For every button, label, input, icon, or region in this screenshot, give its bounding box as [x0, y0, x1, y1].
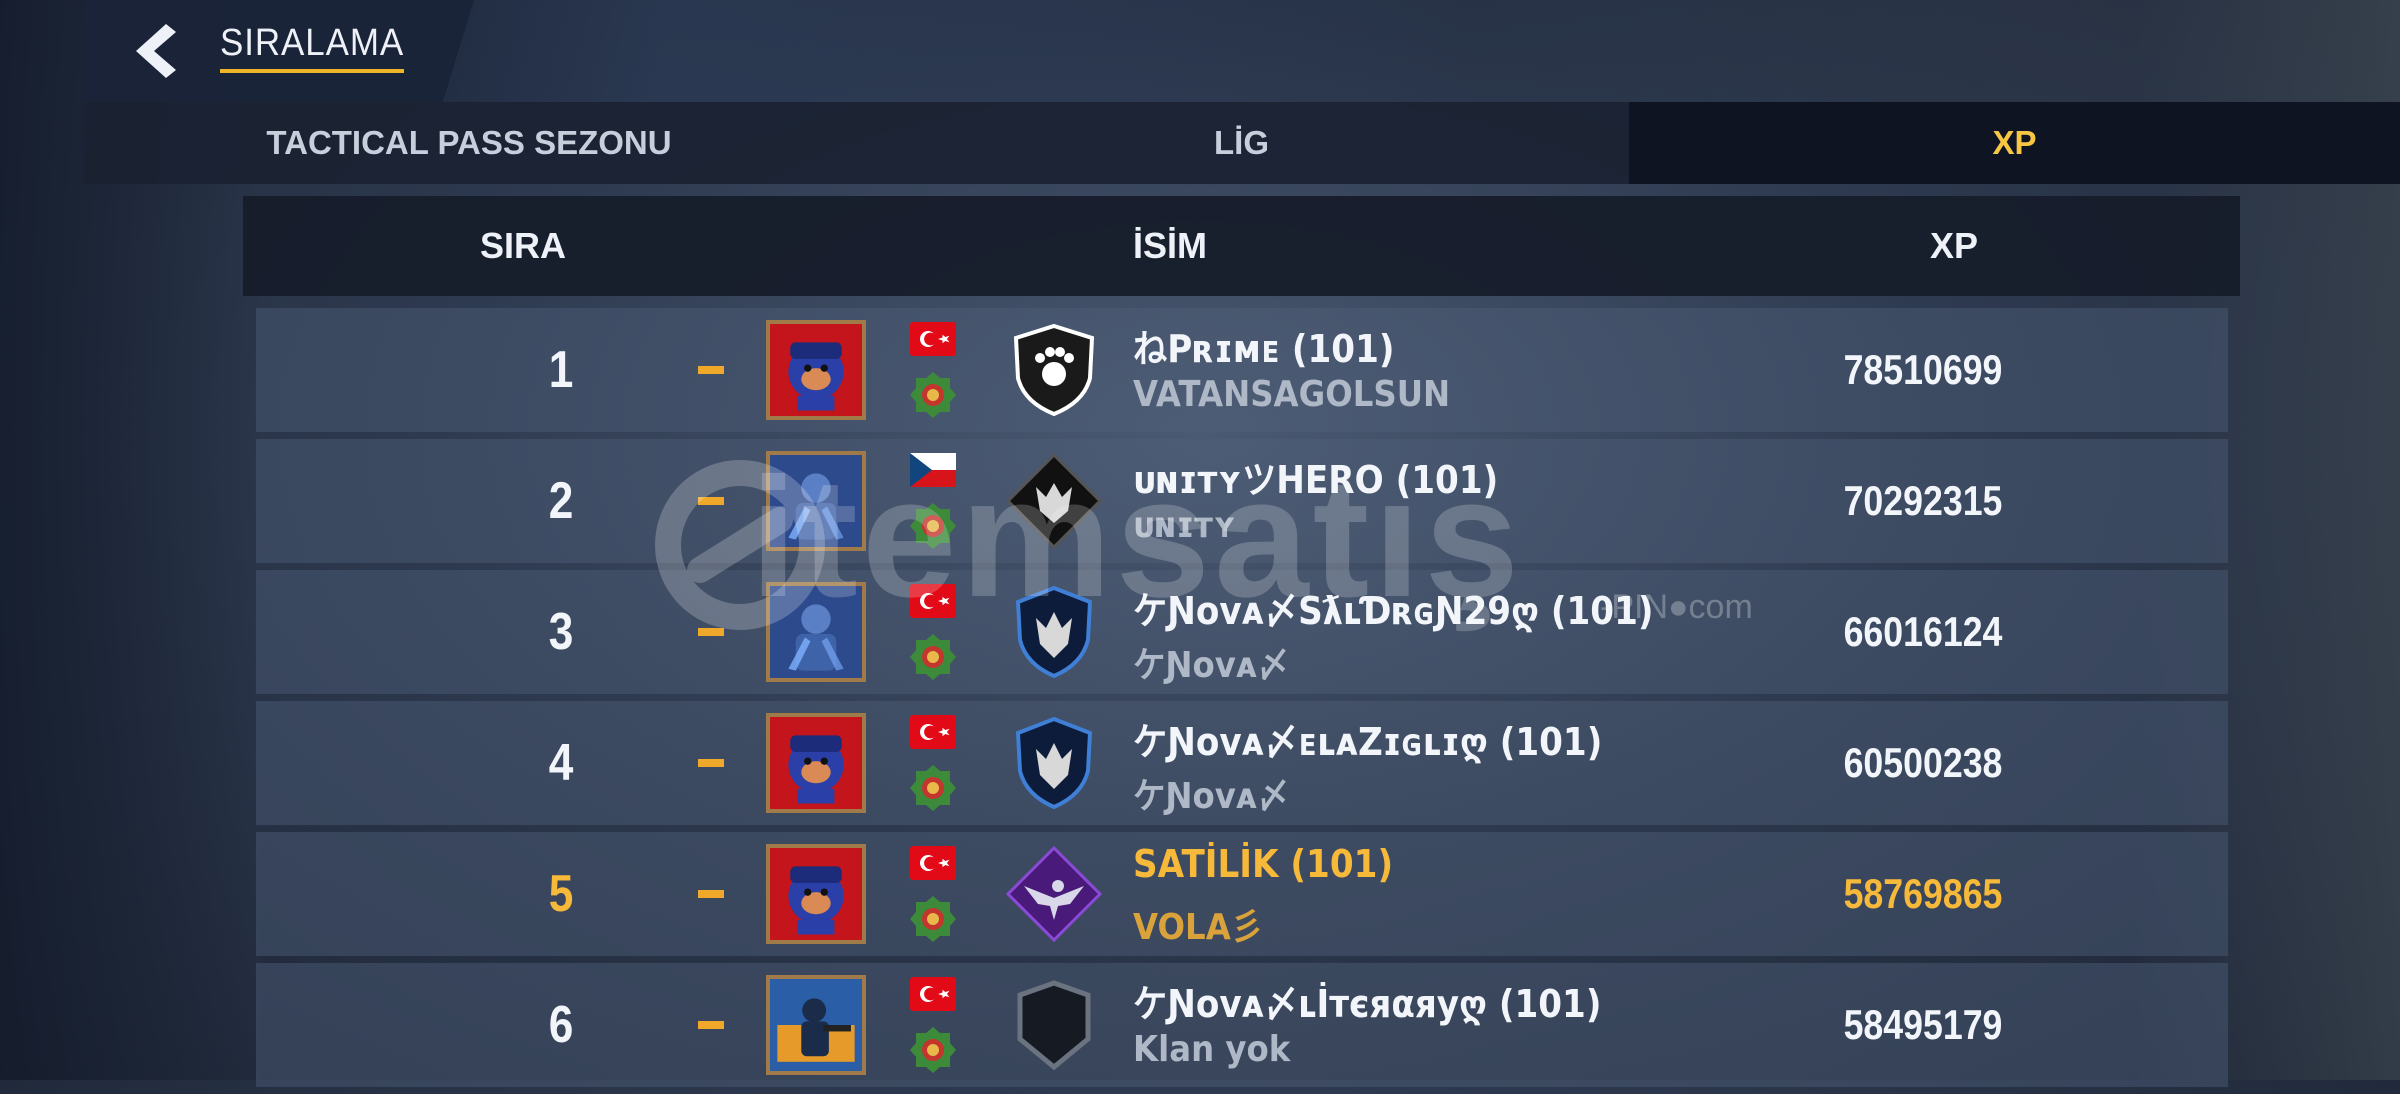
turkey-flag-icon: [910, 846, 956, 880]
rank-medal-icon: [910, 1025, 956, 1075]
blue-soldier-avatar[interactable]: [766, 582, 866, 682]
rank-change-indicator: [698, 1021, 724, 1029]
blue-commando-avatar[interactable]: [766, 975, 866, 1075]
table-row[interactable]: 4 ケƝᴏᴠᴀ〆ᴇʟᴀZɪɢʟɪღ (101) ケƝᴏᴠᴀ〆 60500238: [256, 701, 2228, 825]
paw-shield-icon[interactable]: [1006, 322, 1102, 418]
player-name: ケƝᴏᴠᴀ〆ʟİᴛєяαяуღ (101): [1133, 982, 1602, 1026]
tab-xp[interactable]: XP: [1629, 102, 2400, 184]
table-row-current-player[interactable]: 5 SATİLİK (101) VOLA彡 58769865: [256, 832, 2228, 956]
rank-number: 6: [548, 996, 574, 1054]
rank-change-indicator: [698, 366, 724, 374]
eagle-diamond-icon[interactable]: [1006, 846, 1102, 942]
clan-name: ケƝᴏᴠᴀ〆: [1133, 776, 1290, 817]
rank-change-indicator: [698, 497, 724, 505]
rank-medal-icon: [910, 370, 956, 420]
wolf-shield-icon[interactable]: [1006, 584, 1102, 680]
rank-number: 3: [548, 603, 574, 661]
rank-change-indicator: [698, 890, 724, 898]
rank-number: 4: [548, 734, 574, 792]
chevron-left-icon: [136, 24, 176, 78]
tab-tactical-pass[interactable]: TACTICAL PASS SEZONU: [84, 102, 854, 184]
rank-number: 5: [548, 865, 574, 923]
red-monkey-avatar[interactable]: [766, 844, 866, 944]
player-name: ケƝᴏᴠᴀ〆ᴇʟᴀZɪɢʟɪღ (101): [1133, 720, 1603, 764]
clan-name: ケƝᴏᴠᴀ〆: [1133, 645, 1290, 686]
tab-league[interactable]: LİG: [854, 102, 1629, 184]
table-row[interactable]: 6 ケƝᴏᴠᴀ〆ʟİᴛєяαяуღ (101) Klan yok 5849517…: [256, 963, 2228, 1087]
rank-medal-icon: [910, 632, 956, 682]
xp-value: 60500238: [1843, 739, 2003, 786]
table-row[interactable]: 1 ねPʀɪᴍᴇ (101) VATANSAGOLSUN 78510699: [256, 308, 2228, 432]
tab-bar: TACTICAL PASS SEZONU LİG XP: [84, 102, 2400, 184]
column-header-name: İSİM: [1133, 225, 1208, 266]
rank-medal-icon: [910, 501, 956, 551]
xp-value: 78510699: [1843, 346, 2003, 393]
wolf-diamond-icon[interactable]: [1006, 453, 1102, 549]
clan-name: ᴜɴɪᴛʏ: [1133, 505, 1237, 546]
leaderboard-list: 1 ねPʀɪᴍᴇ (101) VATANSAGOLSUN 78510699 2 …: [256, 308, 2228, 1094]
table-row[interactable]: 3 ケƝᴏᴠᴀ〆SƛʟƊʀɢƝ29ღ (101) ケƝᴏᴠᴀ〆 66016124: [256, 570, 2228, 694]
rank-medal-icon: [910, 763, 956, 813]
player-name: ᴜɴɪᴛʏツHERO (101): [1133, 458, 1499, 502]
red-monkey-avatar[interactable]: [766, 320, 866, 420]
xp-value: 58495179: [1843, 1001, 2003, 1048]
turkey-flag-icon: [910, 322, 956, 356]
rank-number: 2: [548, 472, 574, 530]
blue-soldier-avatar[interactable]: [766, 451, 866, 551]
wolf-shield-icon[interactable]: [1006, 715, 1102, 811]
clan-name: VOLA彡: [1133, 907, 1264, 948]
red-monkey-avatar[interactable]: [766, 713, 866, 813]
czech-flag-icon: [910, 453, 956, 487]
back-button[interactable]: [132, 22, 180, 80]
clan-name: VATANSAGOLSUN: [1133, 374, 1451, 415]
turkey-flag-icon: [910, 977, 956, 1011]
player-name: ケƝᴏᴠᴀ〆SƛʟƊʀɢƝ29ღ (101): [1133, 589, 1654, 633]
column-header-xp: XP: [1930, 225, 1979, 266]
page-title: SIRALAMA: [220, 22, 405, 73]
player-name: SATİLİK (101): [1133, 842, 1394, 886]
clan-name: Klan yok: [1133, 1029, 1291, 1070]
xp-value: 66016124: [1843, 608, 2003, 655]
xp-value: 70292315: [1843, 477, 2003, 524]
turkey-flag-icon: [910, 715, 956, 749]
xp-value: 58769865: [1843, 870, 2003, 917]
rank-number: 1: [548, 341, 574, 399]
rank-change-indicator: [698, 628, 724, 636]
player-name: ねPʀɪᴍᴇ (101): [1133, 327, 1395, 371]
empty-shield-icon[interactable]: [1006, 977, 1102, 1073]
rank-change-indicator: [698, 759, 724, 767]
turkey-flag-icon: [910, 584, 956, 618]
rank-medal-icon: [910, 894, 956, 944]
table-header: SIRA İSİM XP: [243, 196, 2240, 296]
table-row[interactable]: 2 ᴜɴɪᴛʏツHERO (101) ᴜɴɪᴛʏ 70292315: [256, 439, 2228, 563]
